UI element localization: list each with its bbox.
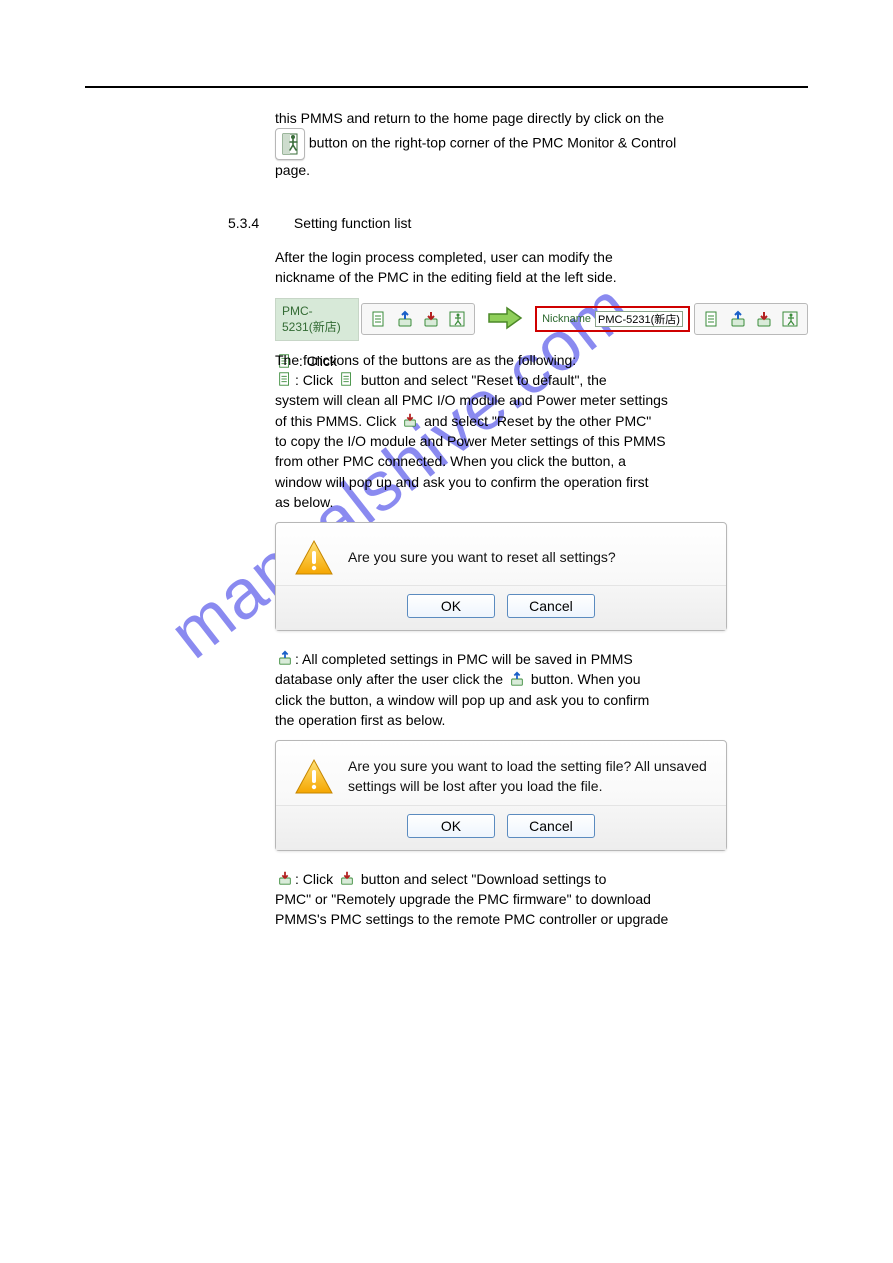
save-text2a: database only after the user click the bbox=[275, 671, 507, 687]
dl-line2: PMC" or "Remotely upgrade the PMC firmwa… bbox=[275, 889, 808, 909]
cancel-button[interactable]: Cancel bbox=[507, 594, 595, 618]
cancel-button[interactable]: Cancel bbox=[507, 814, 595, 838]
exit-icon[interactable] bbox=[778, 307, 802, 331]
doc-icon[interactable] bbox=[700, 307, 724, 331]
exit-button-icon-large bbox=[275, 128, 305, 160]
download-red-icon bbox=[401, 412, 419, 428]
device-label-after: Nickname bbox=[535, 306, 690, 332]
dialog-buttons: OK Cancel bbox=[276, 585, 726, 630]
section-heading: 5.3.4 Setting function list bbox=[228, 213, 808, 233]
confirm-load-dialog: Are you sure you want to load the settin… bbox=[275, 740, 727, 850]
nickname-input[interactable] bbox=[595, 311, 683, 327]
upload-icon bbox=[508, 671, 526, 687]
ok-button[interactable]: OK bbox=[407, 814, 495, 838]
upload-icon[interactable] bbox=[393, 307, 417, 331]
section-title: Setting function list bbox=[294, 215, 412, 231]
header-rule: ICP DAS PMC User Manual PMC-523x/PMC-224… bbox=[85, 58, 808, 88]
warning-icon bbox=[294, 758, 334, 796]
ok-button[interactable]: OK bbox=[407, 594, 495, 618]
save-line3: click the button, a window will pop up a… bbox=[275, 690, 808, 710]
save-text1: : All completed settings in PMC will be … bbox=[295, 651, 633, 667]
reset-text1: button and select "Reset to default", th… bbox=[357, 372, 607, 388]
p1b: nickname of the PMC in the editing field… bbox=[275, 267, 808, 287]
p1a: After the login process completed, user … bbox=[275, 247, 808, 267]
doc-icon[interactable] bbox=[367, 307, 391, 331]
reset-line4: to copy the I/O module and Power Meter s… bbox=[275, 431, 808, 451]
reset-line6: window will pop up and ask you to confir… bbox=[275, 472, 808, 492]
header-left: ICP DAS PMC User Manual bbox=[85, 66, 247, 81]
intro-line-2: button on the right-top corner of the PM… bbox=[275, 128, 808, 160]
doc-icon bbox=[338, 371, 356, 387]
save-line4: the operation first as below. bbox=[275, 710, 808, 730]
dl-text1b: button and select "Download settings to bbox=[361, 871, 606, 887]
tool-group-left bbox=[361, 303, 475, 335]
dl-line1: : Click button and select "Download sett… bbox=[275, 869, 808, 889]
toolbar-figure: PMC-5231(新店) Nickname bbox=[275, 299, 808, 339]
download-red-icon[interactable] bbox=[419, 307, 443, 331]
reset-line7: as below. bbox=[275, 492, 808, 512]
reset-line2: system will clean all PMC I/O module and… bbox=[275, 390, 808, 410]
upload-icon[interactable] bbox=[726, 307, 750, 331]
reset-line5: from other PMC connected. When you click… bbox=[275, 451, 808, 471]
reset-text3a: of this PMMS. Click bbox=[275, 413, 400, 429]
save-line1: : All completed settings in PMC will be … bbox=[275, 649, 808, 669]
upload-icon bbox=[276, 650, 294, 666]
exit-icon[interactable] bbox=[445, 307, 469, 331]
dialog-message: Are you sure you want to reset all setti… bbox=[348, 548, 616, 568]
download-red-icon bbox=[276, 870, 294, 886]
intro-line-2-text: button on the right-top corner of the PM… bbox=[309, 135, 676, 151]
reset-line1: : Click button and select "Reset to defa… bbox=[275, 370, 808, 390]
intro-line-3: page. bbox=[275, 160, 808, 180]
reset-click: : Click bbox=[295, 372, 337, 388]
func-intro: The functions of the buttons are as the … bbox=[275, 350, 808, 370]
doc-icon bbox=[276, 371, 294, 387]
dialog-buttons: OK Cancel bbox=[276, 805, 726, 850]
nickname-label: Nickname bbox=[542, 313, 591, 325]
warning-icon bbox=[294, 539, 334, 577]
download-red-icon[interactable] bbox=[752, 307, 776, 331]
page-number: 268 bbox=[788, 1221, 808, 1235]
confirm-reset-dialog: Are you sure you want to reset all setti… bbox=[275, 522, 727, 631]
intro-line-1: this PMMS and return to the home page di… bbox=[275, 108, 808, 128]
header-right: PMC-523x/PMC-224x bbox=[682, 66, 808, 81]
tool-group-right bbox=[694, 303, 808, 335]
reset-text3b: and select "Reset by the other PMC" bbox=[424, 413, 651, 429]
device-label-before: PMC-5231(新店) bbox=[275, 298, 359, 341]
dl-line3: PMMS's PMC settings to the remote PMC co… bbox=[275, 909, 808, 929]
arrow-right-icon bbox=[487, 306, 523, 333]
save-line2: database only after the user click the b… bbox=[275, 669, 808, 689]
download-red-icon bbox=[338, 870, 356, 886]
dialog-message: Are you sure you want to load the settin… bbox=[348, 757, 708, 796]
save-text2b: button. When you bbox=[531, 671, 641, 687]
section-number: 5.3.4 bbox=[228, 213, 290, 233]
dl-text1a: : Click bbox=[295, 871, 337, 887]
reset-line3: of this PMMS. Click and select "Reset by… bbox=[275, 411, 808, 431]
